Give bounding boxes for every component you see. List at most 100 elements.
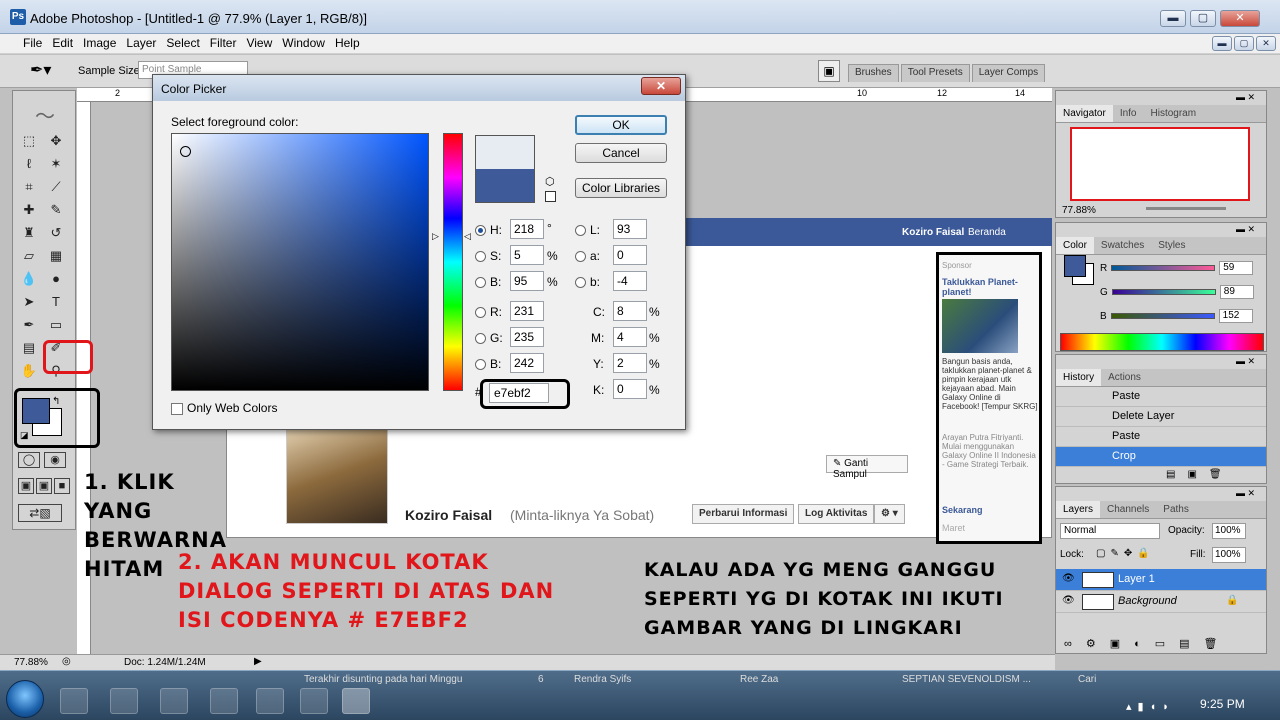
- menu-view[interactable]: View: [241, 34, 277, 52]
- shape-tool-icon[interactable]: ▭: [45, 314, 67, 336]
- blend-mode-select[interactable]: Normal: [1060, 523, 1160, 539]
- radio-brightness[interactable]: [475, 277, 486, 288]
- doc-maximize-button[interactable]: ▢: [1234, 36, 1254, 51]
- path-selection-tool-icon[interactable]: ➤: [18, 291, 40, 313]
- black-input[interactable]: 0: [613, 379, 647, 399]
- crop-tool-icon[interactable]: ⌗: [18, 176, 40, 198]
- app-taskbar-icon[interactable]: [210, 688, 238, 714]
- menu-file[interactable]: File: [18, 34, 47, 52]
- clone-stamp-tool-icon[interactable]: ♜: [18, 222, 40, 244]
- blur-tool-icon[interactable]: 💧: [18, 268, 40, 290]
- healing-brush-tool-icon[interactable]: ✚: [18, 199, 40, 221]
- color-panel-fg-swatch[interactable]: [1064, 255, 1086, 277]
- menu-layer[interactable]: Layer: [121, 34, 161, 52]
- panel-window-controls[interactable]: ▬ ✕: [1236, 92, 1255, 103]
- green-slider[interactable]: [1111, 289, 1216, 295]
- color-libraries-button[interactable]: Color Libraries: [575, 178, 667, 198]
- tab-info[interactable]: Info: [1113, 105, 1144, 122]
- cancel-button[interactable]: Cancel: [575, 143, 667, 163]
- color-spectrum-bar[interactable]: [1060, 333, 1264, 351]
- b-input[interactable]: -4: [613, 271, 647, 291]
- web-safe-warning-icon[interactable]: [545, 191, 556, 202]
- navigator-zoom[interactable]: 77.88%: [1062, 205, 1096, 216]
- photoshop-taskbar-icon[interactable]: [342, 688, 370, 714]
- screen-mode-standard-icon[interactable]: ▣: [18, 478, 34, 494]
- ie-taskbar-icon[interactable]: [60, 688, 88, 714]
- color-field-picker[interactable]: [180, 146, 191, 157]
- magic-wand-tool-icon[interactable]: ✶: [45, 153, 67, 175]
- a-input[interactable]: 0: [613, 245, 647, 265]
- palette-well-icon[interactable]: ▣: [818, 60, 840, 82]
- tab-layers[interactable]: Layers: [1056, 501, 1101, 518]
- ok-button[interactable]: OK: [575, 115, 667, 135]
- explorer-taskbar-icon[interactable]: [110, 688, 138, 714]
- gradient-tool-icon[interactable]: ▦: [45, 245, 67, 267]
- lightness-input[interactable]: 93: [613, 219, 647, 239]
- brush-tool-icon[interactable]: ✎: [45, 199, 67, 221]
- menu-filter[interactable]: Filter: [205, 34, 242, 52]
- hue-slider[interactable]: [443, 133, 463, 391]
- notepad-taskbar-icon[interactable]: [256, 688, 284, 714]
- hue-arrow-right-icon[interactable]: ◁: [464, 231, 471, 242]
- eye-icon[interactable]: 👁: [1062, 573, 1075, 584]
- fill-input[interactable]: 100%: [1212, 547, 1246, 563]
- green-slider-value[interactable]: 89: [1219, 285, 1254, 299]
- panel-window-controls[interactable]: ▬ ✕: [1236, 224, 1255, 235]
- firefox-taskbar-icon[interactable]: [300, 688, 328, 714]
- lasso-tool-icon[interactable]: ℓ: [18, 153, 40, 175]
- pen-tool-icon[interactable]: ✒: [18, 314, 40, 336]
- saturation-input[interactable]: 5: [510, 245, 544, 265]
- status-preview-icon[interactable]: ◎: [62, 656, 71, 667]
- panel-window-controls[interactable]: ▬ ✕: [1236, 488, 1255, 499]
- radio-saturation[interactable]: [475, 251, 486, 262]
- screen-mode-full-menu-icon[interactable]: ▣: [36, 478, 52, 494]
- radio-red[interactable]: [475, 307, 486, 318]
- history-footer-icons[interactable]: ▤▣🗑: [1166, 469, 1234, 480]
- brightness-input[interactable]: 95: [510, 271, 544, 291]
- tab-history[interactable]: History: [1056, 369, 1102, 386]
- move-tool-icon[interactable]: ✥: [45, 130, 67, 152]
- menu-select[interactable]: Select: [161, 34, 204, 52]
- hand-tool-icon[interactable]: ✋: [18, 360, 40, 382]
- blue-input[interactable]: 242: [510, 353, 544, 373]
- gamut-warning-icon[interactable]: ⬡: [545, 175, 555, 188]
- imageready-icon[interactable]: ⇄▧: [18, 504, 62, 522]
- quick-mask-icon[interactable]: ◉: [44, 452, 66, 468]
- slice-tool-icon[interactable]: ⟋: [45, 176, 67, 198]
- current-color-swatch[interactable]: [475, 169, 535, 203]
- menu-image[interactable]: Image: [78, 34, 121, 52]
- marquee-tool-icon[interactable]: ⬚: [18, 130, 40, 152]
- magenta-input[interactable]: 4: [613, 327, 647, 347]
- navigator-thumbnail[interactable]: [1070, 127, 1250, 201]
- red-slider-value[interactable]: 59: [1219, 261, 1254, 275]
- red-slider[interactable]: [1111, 265, 1216, 271]
- doc-close-button[interactable]: ✕: [1256, 36, 1276, 51]
- system-tray-icons[interactable]: ▴▮◖◗: [1126, 700, 1175, 713]
- standard-mode-icon[interactable]: ◯: [18, 452, 40, 468]
- history-brush-tool-icon[interactable]: ↺: [45, 222, 67, 244]
- minimize-button[interactable]: ▬: [1160, 10, 1186, 27]
- notes-tool-icon[interactable]: ▤: [18, 337, 40, 359]
- tab-navigator[interactable]: Navigator: [1056, 105, 1113, 122]
- red-input[interactable]: 231: [510, 301, 544, 321]
- yellow-input[interactable]: 2: [613, 353, 647, 373]
- blue-slider-value[interactable]: 152: [1218, 309, 1253, 323]
- tab-swatches[interactable]: Swatches: [1094, 237, 1151, 254]
- start-button[interactable]: [6, 680, 44, 718]
- tab-channels[interactable]: Channels: [1100, 501, 1156, 518]
- eraser-tool-icon[interactable]: ▱: [18, 245, 40, 267]
- dodge-tool-icon[interactable]: ●: [45, 268, 67, 290]
- close-button[interactable]: ✕: [1220, 10, 1260, 27]
- taskbar-clock[interactable]: 9:25 PM: [1200, 697, 1245, 711]
- history-item[interactable]: Delete Layer: [1056, 407, 1266, 427]
- tab-styles[interactable]: Styles: [1151, 237, 1192, 254]
- color-field[interactable]: [171, 133, 429, 391]
- hue-arrow-left-icon[interactable]: ▷: [432, 231, 439, 242]
- only-web-colors-checkbox[interactable]: Only Web Colors: [171, 401, 277, 415]
- tab-color[interactable]: Color: [1056, 237, 1094, 254]
- panel-window-controls[interactable]: ▬ ✕: [1236, 356, 1255, 367]
- navigator-zoom-slider[interactable]: [1146, 207, 1226, 210]
- status-zoom[interactable]: 77.88%: [14, 657, 48, 668]
- radio-green[interactable]: [475, 333, 486, 344]
- dialog-close-button[interactable]: ✕: [641, 77, 681, 95]
